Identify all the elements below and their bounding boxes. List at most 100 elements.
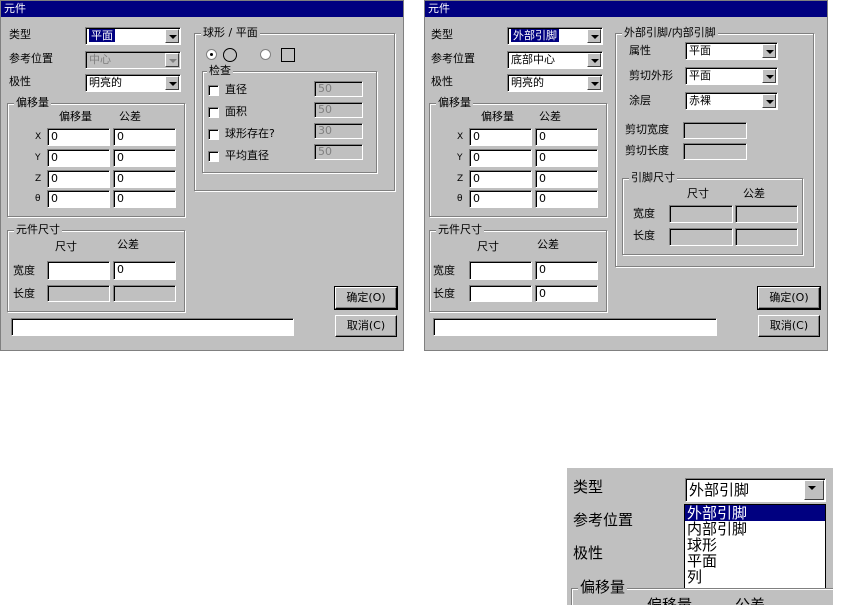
length-label: 长度 <box>433 287 455 300</box>
axis-z-label: Z <box>457 174 464 184</box>
avg-diameter-checkbox[interactable] <box>208 151 219 162</box>
tol-y-input[interactable]: 0 <box>113 149 176 167</box>
chevron-down-icon[interactable] <box>804 480 824 500</box>
chevron-down-icon[interactable] <box>587 29 601 43</box>
cut-width-input[interactable] <box>683 122 747 139</box>
cut-shape-combo[interactable]: 平面 <box>685 67 778 85</box>
cancel-button[interactable]: 取消(C) <box>335 315 397 337</box>
width-input[interactable] <box>469 261 532 280</box>
chevron-down-icon[interactable] <box>165 76 179 90</box>
pin-width-label: 宽度 <box>633 207 655 220</box>
type-label: 类型 <box>573 478 604 496</box>
type-value: 平面 <box>89 29 115 42</box>
diameter-checkbox[interactable] <box>208 85 219 96</box>
cancel-button[interactable]: 取消(C) <box>758 315 820 337</box>
chevron-down-icon[interactable] <box>762 94 776 108</box>
type-combo[interactable]: 平面 <box>85 27 181 45</box>
polarity-combo[interactable]: 明亮的 <box>507 74 603 92</box>
length-input[interactable] <box>47 285 110 302</box>
avg-diameter-input[interactable]: 50 <box>314 144 363 160</box>
plane-radio[interactable] <box>260 49 271 60</box>
status-input[interactable] <box>433 318 717 336</box>
offset-group-title: 偏移量 <box>436 96 473 110</box>
offset-theta-input[interactable]: 0 <box>47 190 110 208</box>
tol-z-input[interactable]: 0 <box>113 170 176 188</box>
ref-label: 参考位置 <box>431 52 475 65</box>
chevron-down-icon[interactable] <box>165 29 179 43</box>
size-group-title: 元件尺寸 <box>436 223 484 237</box>
ref-label: 参考位置 <box>573 511 634 529</box>
offset-x-input[interactable]: 0 <box>47 128 110 146</box>
offset-z-input[interactable]: 0 <box>469 170 532 188</box>
type-value: 外部引脚 <box>511 29 559 42</box>
tol-y-input[interactable]: 0 <box>535 149 598 167</box>
chevron-down-icon[interactable] <box>587 76 601 90</box>
offset-y-input[interactable]: 0 <box>469 149 532 167</box>
dropdown-option[interactable]: 球形 <box>685 537 825 553</box>
attr-value: 平面 <box>689 44 711 57</box>
offset-x-input[interactable]: 0 <box>469 128 532 146</box>
pin-width-input[interactable] <box>669 205 733 223</box>
area-label: 面积 <box>225 105 247 118</box>
pin-length-input[interactable] <box>669 228 733 246</box>
tol-theta-input[interactable]: 0 <box>535 190 598 208</box>
offset-z-input[interactable]: 0 <box>47 170 110 188</box>
chevron-down-icon[interactable] <box>762 69 776 83</box>
dropdown-option[interactable]: 平面 <box>685 553 825 569</box>
cut-length-input[interactable] <box>683 143 747 160</box>
type-combo[interactable]: 外部引脚 <box>685 478 826 502</box>
attr-label: 属性 <box>629 44 651 57</box>
length-tol-input[interactable]: 0 <box>535 285 598 302</box>
ball-exists-checkbox[interactable] <box>208 129 219 140</box>
check-group-title: 检查 <box>207 64 233 78</box>
area-checkbox[interactable] <box>208 107 219 118</box>
component-dialog-left: 元件 类型 平面 参考位置 中心 极性 明亮的 偏移量 偏移量 公差 X 0 0… <box>0 0 404 351</box>
diameter-input[interactable]: 50 <box>314 81 363 97</box>
length-tol-input[interactable] <box>113 285 176 302</box>
ref-combo[interactable]: 中心 <box>85 51 181 69</box>
offset-theta-input[interactable]: 0 <box>469 190 532 208</box>
axis-x-label: X <box>35 132 42 142</box>
tolerance-column-header: 公差 <box>119 110 141 123</box>
type-value: 外部引脚 <box>689 481 750 499</box>
tol-theta-input[interactable]: 0 <box>113 190 176 208</box>
tol-z-input[interactable]: 0 <box>535 170 598 188</box>
ball-radio[interactable] <box>206 49 217 60</box>
offset-group-title: 偏移量 <box>578 578 628 596</box>
pin-length-tol-input[interactable] <box>735 228 798 246</box>
type-dropdown-list: 外部引脚 内部引脚 球形 平面 列 <box>684 504 826 590</box>
axis-y-label: Y <box>457 153 463 163</box>
chevron-down-icon[interactable] <box>587 53 601 67</box>
width-input[interactable] <box>47 261 110 280</box>
coating-combo[interactable]: 赤裸 <box>685 92 778 110</box>
attr-combo[interactable]: 平面 <box>685 42 778 60</box>
chevron-down-icon[interactable] <box>762 44 776 58</box>
cut-length-label: 剪切长度 <box>625 144 669 157</box>
cut-shape-value: 平面 <box>689 69 711 82</box>
tol-x-input[interactable]: 0 <box>113 128 176 146</box>
ok-button[interactable]: 确定(O) <box>757 286 821 310</box>
pin-size-header: 尺寸 <box>687 187 709 200</box>
pin-width-tol-input[interactable] <box>735 205 798 223</box>
chevron-down-icon[interactable] <box>165 53 179 67</box>
area-input[interactable]: 50 <box>314 102 363 118</box>
dropdown-option[interactable]: 外部引脚 <box>685 505 825 521</box>
polarity-label: 极性 <box>573 544 604 562</box>
ball-exists-input[interactable]: 30 <box>314 123 363 139</box>
width-tol-input[interactable]: 0 <box>113 261 176 280</box>
width-tol-input[interactable]: 0 <box>535 261 598 280</box>
polarity-combo[interactable]: 明亮的 <box>85 74 181 92</box>
avg-diameter-label: 平均直径 <box>225 149 269 162</box>
axis-theta-label: θ <box>457 194 463 204</box>
dropdown-option[interactable]: 列 <box>685 569 825 585</box>
length-input[interactable] <box>469 285 532 302</box>
offset-y-input[interactable]: 0 <box>47 149 110 167</box>
ref-value: 中心 <box>89 53 111 66</box>
type-combo[interactable]: 外部引脚 <box>507 27 603 45</box>
status-input[interactable] <box>11 318 294 336</box>
ok-button[interactable]: 确定(O) <box>334 286 398 310</box>
ref-value: 底部中心 <box>511 53 555 66</box>
dropdown-option[interactable]: 内部引脚 <box>685 521 825 537</box>
ref-combo[interactable]: 底部中心 <box>507 51 603 69</box>
tol-x-input[interactable]: 0 <box>535 128 598 146</box>
